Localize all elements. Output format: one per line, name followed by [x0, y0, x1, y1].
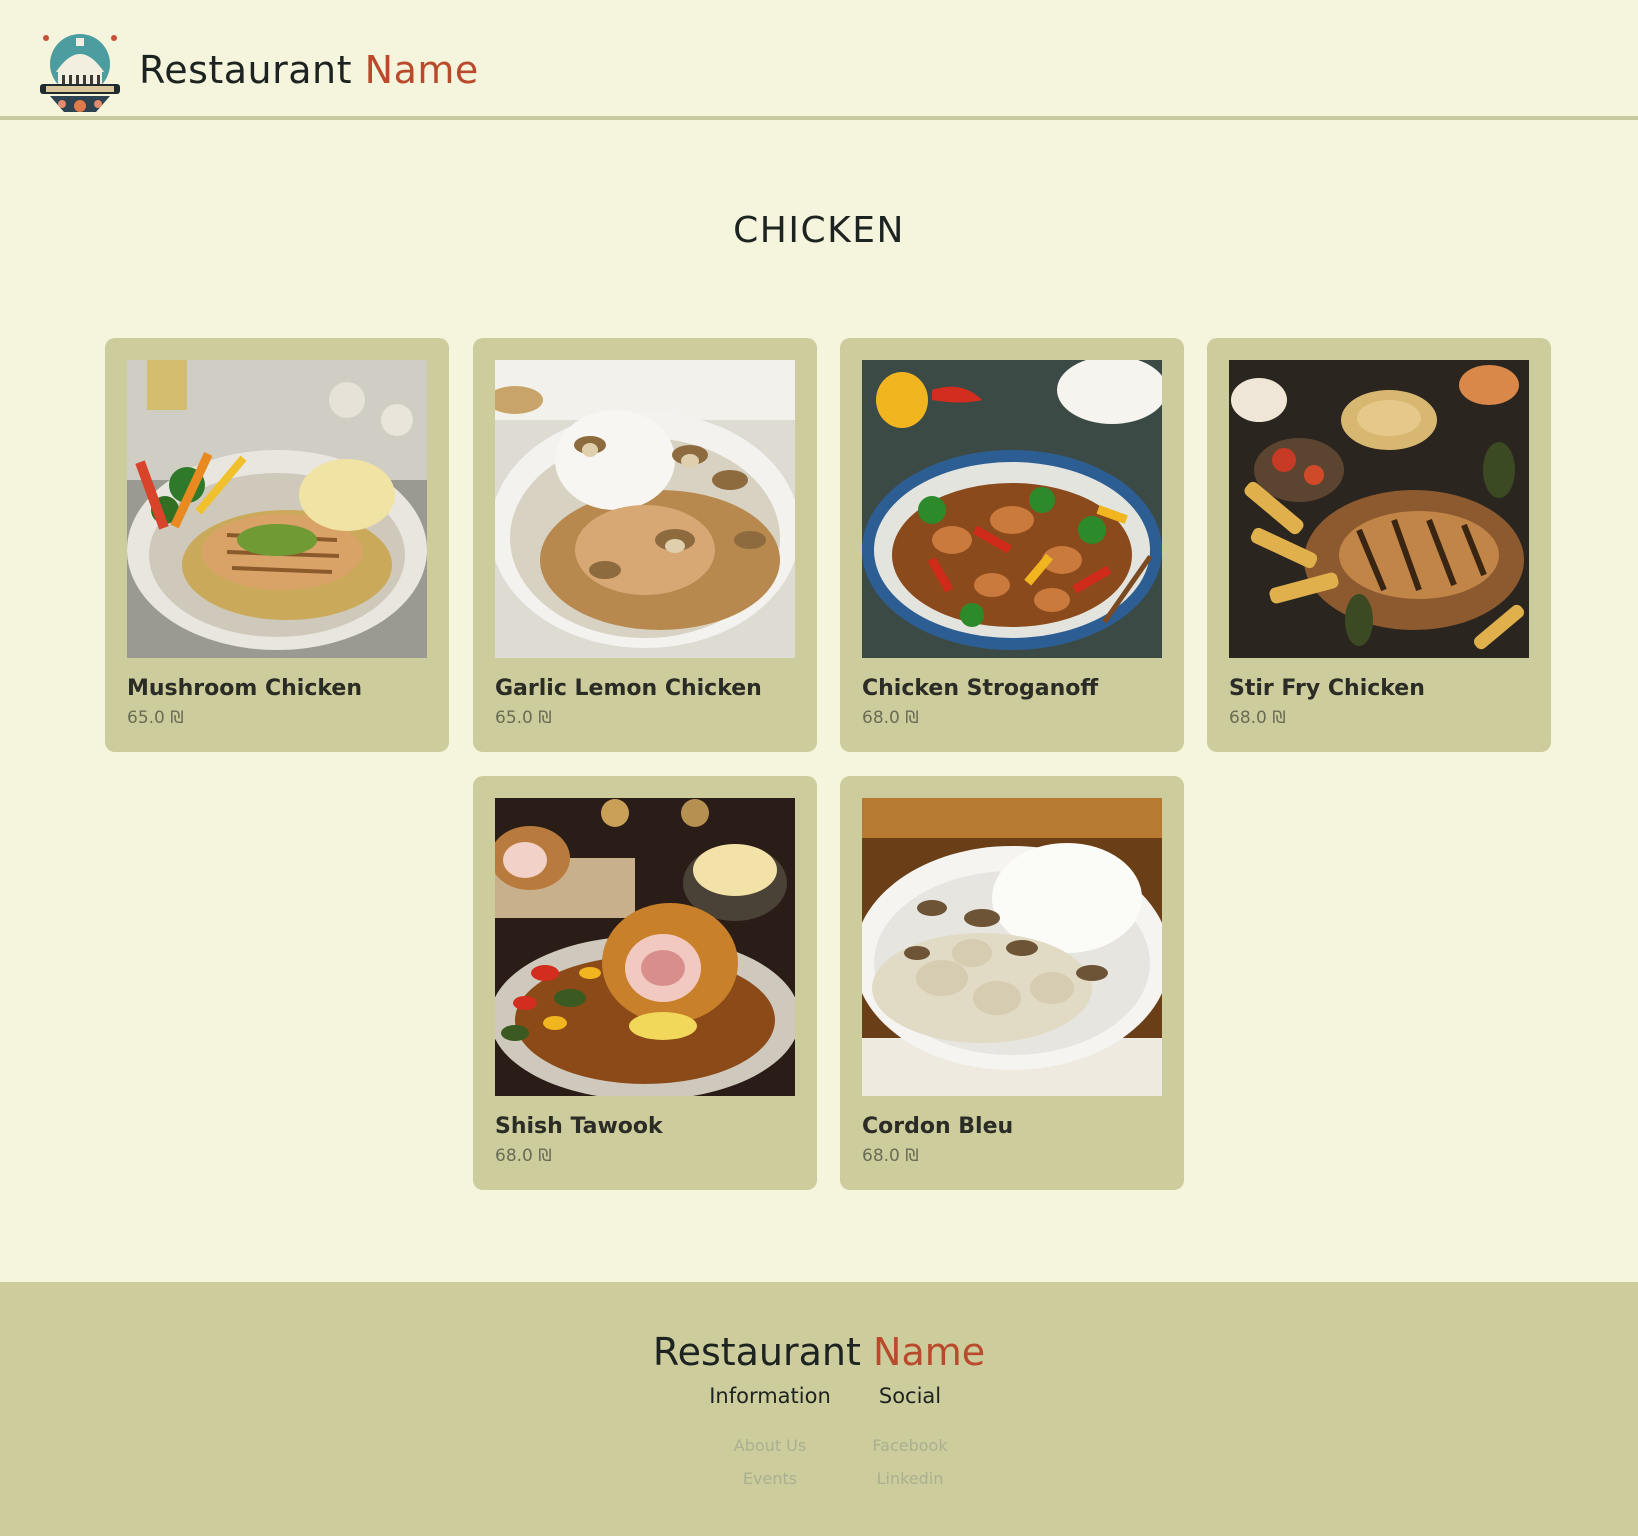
menu-card[interactable]: Shish Tawook 68.0 ₪: [473, 776, 817, 1190]
dish-name: Shish Tawook: [495, 1114, 663, 1139]
category-title: CHICKEN: [733, 210, 905, 251]
dish-photo: [1229, 360, 1529, 658]
menu-card[interactable]: Garlic Lemon Chicken 65.0 ₪: [473, 338, 817, 752]
dish-photo: [862, 360, 1162, 658]
footer-brand-accent: Name: [873, 1330, 986, 1374]
dish-price: 68.0 ₪: [495, 1146, 552, 1166]
footer-social-heading: Social: [878, 1384, 942, 1408]
dish-photo: [495, 360, 795, 658]
footer-brand-title: Restaurant Name: [0, 1330, 1638, 1374]
footer-information-column: Information About Us Events: [690, 1384, 850, 1488]
dish-name: Garlic Lemon Chicken: [495, 676, 762, 701]
brand-title-primary: Restaurant: [139, 48, 353, 92]
footer-brand-primary: Restaurant: [652, 1330, 861, 1374]
footer-link-about-us[interactable]: About Us: [690, 1436, 850, 1455]
dish-photo: [862, 798, 1162, 1096]
site-header: Restaurant Name: [0, 0, 1638, 120]
dish-name: Stir Fry Chicken: [1229, 676, 1425, 701]
footer-link-linkedin[interactable]: Linkedin: [830, 1469, 990, 1488]
dish-price: 68.0 ₪: [1229, 708, 1286, 728]
brand-title[interactable]: Restaurant Name: [139, 48, 479, 92]
footer-information-heading: Information: [709, 1384, 831, 1408]
menu-card[interactable]: Stir Fry Chicken 68.0 ₪: [1207, 338, 1551, 752]
footer-link-facebook[interactable]: Facebook: [830, 1436, 990, 1455]
restaurant-logo-icon[interactable]: [36, 28, 124, 118]
dish-photo: [495, 798, 795, 1096]
dish-photo: [127, 360, 427, 658]
footer-social-column: Social Facebook Linkedin: [830, 1384, 990, 1488]
dish-name: Chicken Stroganoff: [862, 676, 1099, 701]
site-footer: Restaurant Name Information About Us Eve…: [0, 1282, 1638, 1536]
menu-card[interactable]: Chicken Stroganoff 68.0 ₪: [840, 338, 1184, 752]
brand-title-accent: Name: [364, 48, 479, 92]
dish-name: Cordon Bleu: [862, 1114, 1014, 1139]
dish-price: 65.0 ₪: [495, 708, 552, 728]
menu-card[interactable]: Mushroom Chicken 65.0 ₪: [105, 338, 449, 752]
menu-card[interactable]: Cordon Bleu 68.0 ₪: [840, 776, 1184, 1190]
footer-link-events[interactable]: Events: [690, 1469, 850, 1488]
dish-name: Mushroom Chicken: [127, 676, 362, 701]
dish-price: 65.0 ₪: [127, 708, 184, 728]
dish-price: 68.0 ₪: [862, 708, 919, 728]
dish-price: 68.0 ₪: [862, 1146, 919, 1166]
